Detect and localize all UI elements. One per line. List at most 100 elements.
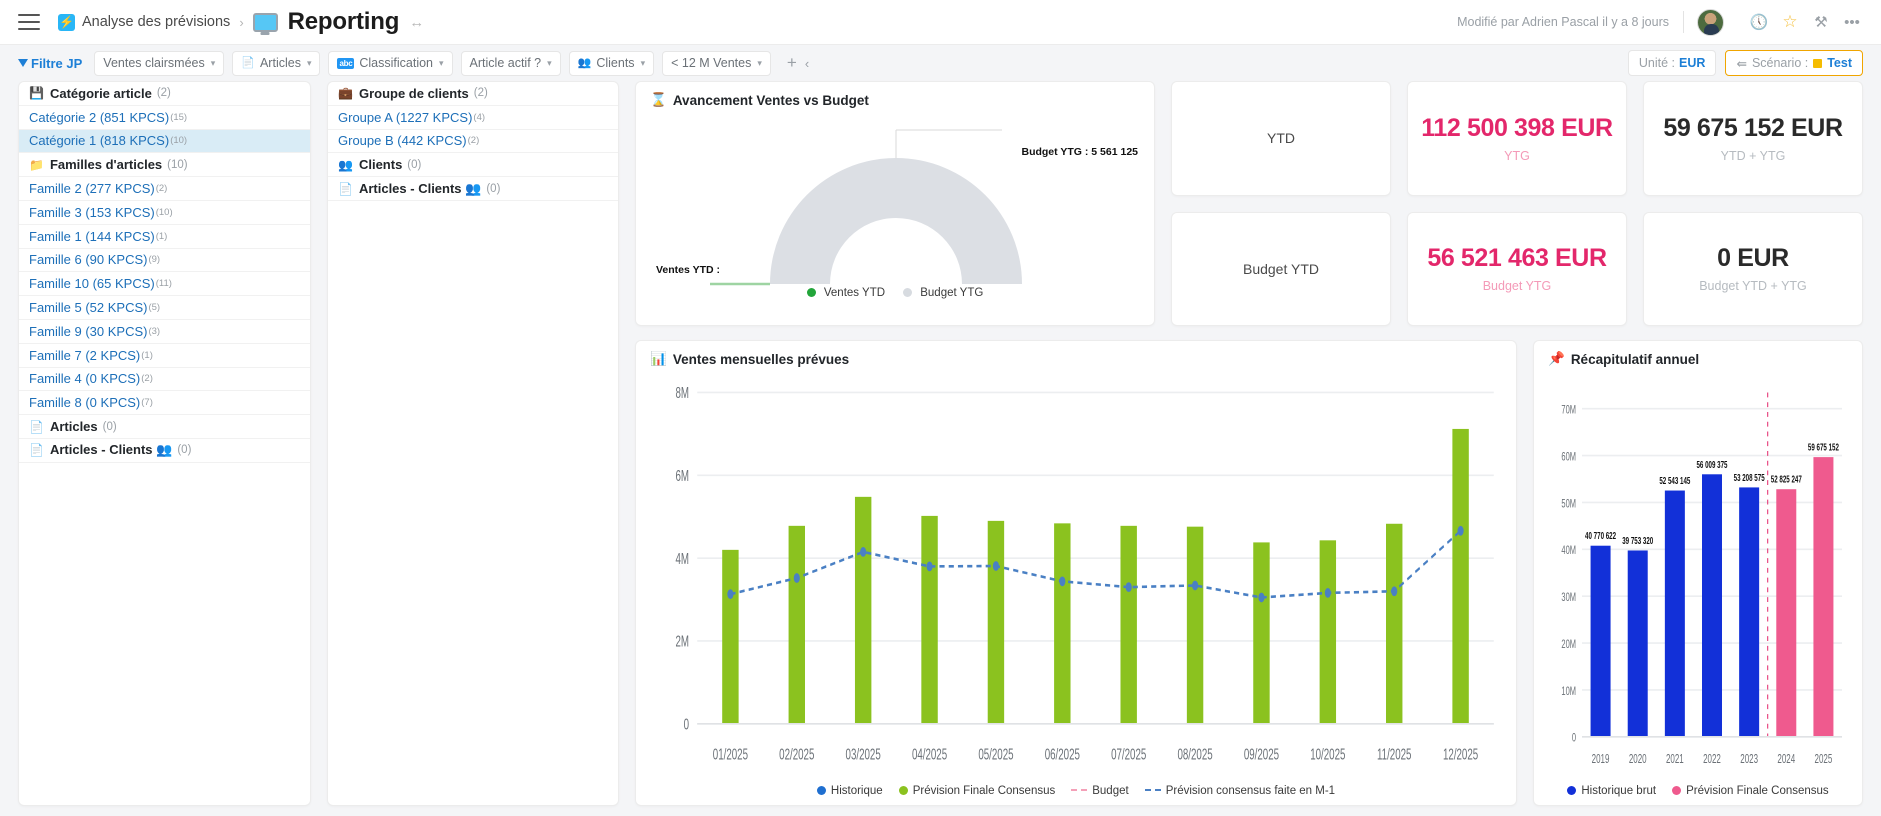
scenario-label: Scénario : [1751,56,1809,70]
monthly-bar-10/2025[interactable] [1319,540,1337,724]
nav-arrows-icon[interactable]: ↔ [409,14,425,31]
more-icon[interactable]: ••• [1841,11,1863,33]
client-tree-item-2[interactable]: Groupe A (1227 KPCS) (4) [328,106,618,130]
monthly-forecast-point-8[interactable] [1258,592,1265,603]
monthly-legend-item-2[interactable]: Prévision Finale Consensus [898,785,1055,797]
monthly-bar-11/2025[interactable] [1386,523,1403,724]
article-tree-item-6[interactable]: Famille 3 (153 KPCS) (10) [19,201,310,225]
article-tree-item-5[interactable]: Famille 2 (277 KPCS) (2) [19,177,310,201]
client-tree-group-5[interactable]: 📄 Articles - Clients 👥 (0) [328,177,618,201]
monthly-forecast-point-10[interactable] [1391,586,1398,597]
monthly-forecast-point-7[interactable] [1191,580,1199,591]
monthly-bar-04/2025[interactable] [921,515,938,724]
unit-label: Unité : [1638,56,1676,70]
breadcrumb-parent-link[interactable]: Analyse des prévisions [82,14,230,30]
filter-chip-5[interactable]: 👥 Clients ▾ [568,50,655,76]
annual-bar-2024[interactable] [1776,489,1797,737]
article-tree-item-14[interactable]: Famille 8 (0 KPCS) (7) [19,391,310,416]
monthly-bar-09/2025[interactable] [1253,542,1270,724]
article-tree-item-13[interactable]: Famille 4 (0 KPCS) (2) [19,368,310,392]
tree-group-label: Groupe de clients [358,85,469,101]
filter-name-label[interactable]: Filtre JP [18,56,82,71]
monthly-forecast-point-5[interactable] [1059,576,1066,587]
monthly-forecast-point-1[interactable] [793,573,800,583]
monthly-bar-07/2025[interactable] [1120,525,1137,724]
history-icon[interactable]: 🕔 [1748,11,1770,33]
kpi-card-budget-ytg-value[interactable]: 56 521 463 EUR Budget YTG [1407,211,1627,326]
header-right-group: Modifié par Adrien Pascal il y a 8 jours… [1457,8,1863,36]
annual-bar-2022[interactable] [1702,474,1722,737]
kpi-card-ytg-value[interactable]: 112 500 398 EUR YTG [1407,81,1627,196]
legend-item-budget-ytg[interactable]: Budget YTG [903,287,983,299]
article-tree-item-3[interactable]: Catégorie 1 (818 KPCS) (10) [19,129,310,154]
annual-bar-2019[interactable] [1590,545,1611,737]
legend-item-ventes-ytd[interactable]: Ventes YTD [806,287,885,299]
annual-legend-item-1[interactable]: Historique brut [1567,785,1656,797]
article-tree-group-4[interactable]: 📁 Familles d'articles (10) [19,153,310,178]
monthly-bar-01/2025[interactable] [722,549,739,724]
kpi-card-ytd-title[interactable]: YTD [1171,81,1391,196]
add-filter-button[interactable]: + [787,53,797,73]
filter-chip-2[interactable]: 📄 Articles ▾ [232,50,321,76]
tree-item-count: (11) [155,278,172,290]
annual-xtick-2: 2021 [1666,752,1684,766]
kpi-card-ytd-ytg-value[interactable]: 59 675 152 EUR YTD + YTG [1643,81,1863,196]
article-tree-item-10[interactable]: Famille 5 (52 KPCS) (5) [19,296,310,320]
client-tree-group-1[interactable]: 💼 Groupe de clients (2) [328,82,618,106]
dashboard-top-row: ⌛ Avancement Ventes vs Budget Ventes YTD… [635,81,1863,326]
monthly-legend-item-1[interactable]: Historique [816,785,883,797]
article-tree-item-7[interactable]: Famille 1 (144 KPCS) (1) [19,225,310,249]
monthly-forecast-point-4[interactable] [992,561,1000,571]
kpi-card-budget-ytd-title[interactable]: Budget YTD [1171,211,1391,326]
star-icon[interactable]: ☆ [1779,11,1801,33]
annual-legend-item-2[interactable]: Prévision Finale Consensus [1672,785,1829,797]
kpi-card-budget-ytd-ytg-value[interactable]: 0 EUR Budget YTD + YTG [1643,211,1863,326]
client-tree-item-3[interactable]: Groupe B (442 KPCS) (2) [328,130,618,154]
monthly-xtick-10: 11/2025 [1377,745,1411,763]
annual-ytick-5: 50M [1561,498,1576,511]
client-tree-group-4[interactable]: 👥 Clients (0) [328,153,618,178]
article-tree-item-9[interactable]: Famille 10 (65 KPCS) (11) [19,272,310,297]
annual-bar-2023[interactable] [1739,487,1760,737]
monthly-bar-08/2025[interactable] [1186,526,1204,724]
annual-bar-2020[interactable] [1627,550,1648,737]
article-tree-item-11[interactable]: Famille 9 (30 KPCS) (3) [19,320,310,344]
monthly-forecast-point-9[interactable] [1324,588,1331,598]
article-tree-item-12[interactable]: Famille 7 (2 KPCS) (1) [19,344,310,368]
monthly-bar-12/2025[interactable] [1452,428,1469,724]
annual-bar-label-2022: 56 009 375 [1696,458,1727,470]
annual-bar-2021[interactable] [1664,490,1685,737]
monthly-bar-06/2025[interactable] [1054,523,1071,724]
scenario-selector[interactable]: ⇚ Scénario : Test [1725,50,1863,76]
monthly-forecast-point-11[interactable] [1457,525,1464,536]
monthly-bar-05/2025[interactable] [987,520,1005,724]
tree-group-count: (2) [473,87,488,100]
filter-chip-6[interactable]: < 12 M Ventes ▾ [662,50,771,76]
annual-recap-card: 📌 Récapitulatif annuel 0 10M 20M 30M 40M 50M 6… [1533,340,1863,806]
monthly-forecast-point-0[interactable] [727,589,734,600]
bolt-icon: ⚡ [58,13,75,31]
collapse-filters-button[interactable]: ‹ [805,56,809,71]
annual-chart-legend: Historique brut Prévision Finale Consensu… [1548,779,1848,797]
annual-bar-2025[interactable] [1813,457,1834,737]
monthly-bar-02/2025[interactable] [788,525,806,724]
monthly-bar-03/2025[interactable] [854,496,872,724]
filter-chip-3[interactable]: abc Classification ▾ [328,50,453,76]
monthly-forecast-point-6[interactable] [1125,582,1132,592]
filter-chip-1[interactable]: Ventes clairsmées ▾ [94,50,225,76]
monthly-forecast-point-3[interactable] [926,561,933,572]
article-tree-group-16[interactable]: 📄 Articles - Clients 👥 (0) [19,439,310,463]
article-tree-group-1[interactable]: 💾 Catégorie article (2) [19,82,310,106]
filter-chip-4[interactable]: Article actif ? ▾ [460,50,561,76]
legend-label: Prévision consensus faite en M-1 [1165,785,1336,797]
article-tree-item-8[interactable]: Famille 6 (90 KPCS) (9) [19,249,310,273]
tools-icon[interactable]: ⚒ [1810,11,1832,33]
unit-selector[interactable]: Unité : EUR [1627,50,1717,76]
monthly-forecast-point-2[interactable] [860,547,867,557]
monthly-legend-item-3[interactable]: Budget [1071,785,1129,797]
article-tree-group-15[interactable]: 📄 Articles (0) [19,415,310,439]
hamburger-icon[interactable] [18,14,40,30]
article-tree-item-2[interactable]: Catégorie 2 (851 KPCS) (15) [19,106,310,130]
avatar[interactable] [1697,8,1724,36]
monthly-legend-item-4[interactable]: Prévision consensus faite en M-1 [1144,785,1336,797]
